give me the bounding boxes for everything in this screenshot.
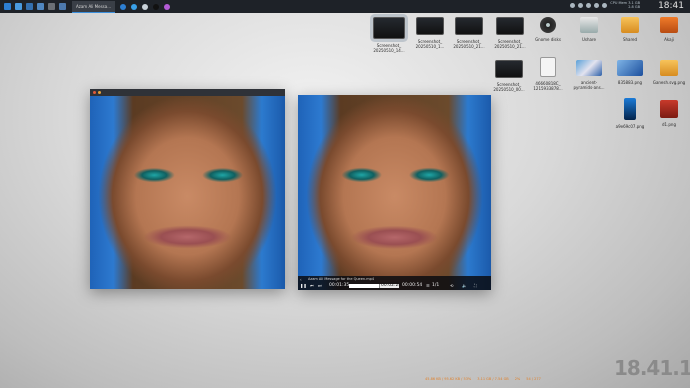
close-icon[interactable] — [93, 91, 96, 94]
desktop-icon-ushare[interactable]: Ushare — [569, 17, 609, 42]
system-stats: 45.86 KB / 95.62 KB / 53% 3.11 GB / 7.54… — [425, 377, 615, 381]
temp-stat: 54 / 277 — [526, 377, 541, 381]
icon-label: d1.png — [662, 122, 676, 127]
icon-label: Ganesh.svg.png — [652, 80, 686, 85]
remaining-time: 00:00:54 — [402, 283, 423, 288]
desktop-icon-screenshot[interactable]: Screenshot_ 20250510_14... — [369, 17, 409, 53]
bluetooth-icon[interactable] — [594, 3, 599, 8]
screenshot-thumb-icon — [495, 60, 523, 78]
window-titlebar[interactable] — [90, 89, 285, 96]
icon-label: Gnome disks — [535, 37, 561, 42]
icon-label: Screenshot_ 20250510_21... — [453, 39, 485, 49]
vpn-icon[interactable] — [131, 3, 138, 10]
prev-icon[interactable]: ⏮ — [310, 283, 314, 288]
image-viewer-window[interactable] — [90, 89, 285, 289]
desktop-clock: 18.41.1820 — [614, 356, 690, 385]
notification-icon[interactable] — [602, 3, 607, 8]
tray-text-bottom: 2.8 GB — [628, 5, 640, 9]
desktop-icon-image[interactable]: a9e69c07.png — [610, 98, 650, 129]
desktop-icon-screenshot[interactable]: Screenshot_ 20250510_21... — [449, 17, 489, 49]
minimize-icon[interactable] — [98, 91, 101, 94]
seek-position: 00:02:24 — [381, 283, 402, 288]
desktop-icon-screenshot[interactable]: Screenshot_ 20250510_1... — [410, 17, 450, 49]
pause-icon[interactable]: ❚❚ — [300, 283, 307, 288]
desktop-icon-image[interactable]: 835883.png — [610, 60, 650, 85]
image-thumb-icon — [576, 60, 602, 76]
video-player-window[interactable]: ‹ Azam Ali Message for the Queen.mp4 ❚❚ … — [298, 95, 491, 290]
app-icon — [660, 17, 678, 33]
elapsed-time: 00:01:35 — [329, 283, 350, 288]
desktop-icon-akaji[interactable]: Akaji — [649, 17, 689, 42]
image-thumb-icon — [624, 98, 636, 120]
screenshot-thumb-icon — [455, 17, 483, 35]
icon-label: Screenshot_ 20250510_00... — [493, 82, 525, 92]
desktop-icon-gnome-disks[interactable]: Gnome disks — [528, 17, 568, 42]
back-icon[interactable]: ‹ — [300, 277, 302, 282]
document-icon — [540, 57, 556, 77]
terminal-tray-icon[interactable] — [153, 3, 160, 10]
desktop-icon-image[interactable]: Ganesh.svg.png — [649, 60, 689, 85]
share-icon — [580, 17, 598, 33]
player-controls: ‹ Azam Ali Message for the Queen.mp4 ❚❚ … — [298, 276, 491, 290]
media-title: Azam Ali Message for the Queen.mp4 — [308, 277, 375, 281]
playlist-icon[interactable]: ☰ — [426, 283, 430, 288]
audio-icon[interactable] — [570, 3, 575, 8]
icon-label: ancient- pyramids-ans... — [573, 80, 605, 90]
wifi-icon[interactable] — [586, 3, 591, 8]
video-frame — [298, 95, 491, 290]
disk-stat: 3.11 GB / 7.54 GB — [477, 377, 509, 381]
battery-icon[interactable] — [578, 3, 583, 8]
network-stat: 45.86 KB / 95.62 KB / 53% — [425, 377, 472, 381]
icon-label: Screenshot_ 20250510_21... — [494, 39, 526, 49]
panel-clock[interactable]: 18:41 — [658, 0, 684, 13]
icon-label: Akaji — [664, 37, 674, 42]
desktop-icon-image[interactable]: d1.png — [649, 100, 689, 127]
desktop-icon-image[interactable]: ancient- pyramids-ans... — [569, 60, 609, 90]
icon-label: a9e69c07.png — [615, 124, 645, 129]
top-panel: Azam Ali Messa... CPU Mem 3.1 GB 2.8 GB … — [0, 0, 690, 13]
image-thumb-icon — [660, 100, 678, 118]
network-icon[interactable] — [37, 3, 44, 10]
clock-hours-minutes: 18.41.18 — [614, 356, 690, 380]
screenshot-thumb-icon — [496, 17, 524, 35]
folder-icon — [621, 17, 639, 33]
app-launcher-icon[interactable] — [4, 3, 11, 10]
fullscreen-icon[interactable]: ⛶ — [474, 283, 477, 288]
window-icon[interactable] — [142, 3, 149, 10]
system-monitor-text: CPU Mem 3.1 GB 2.8 GB — [610, 1, 640, 9]
volume-icon[interactable]: 🔈 — [462, 283, 467, 288]
loop-icon[interactable]: ⟲ — [450, 283, 453, 288]
desktop-icon-shared-folder[interactable]: Shared — [610, 17, 650, 42]
image-thumb-icon — [660, 60, 678, 76]
image-thumb-icon — [617, 60, 643, 76]
icon-label: Ushare — [581, 37, 596, 42]
desktop-icon-screenshot[interactable]: Screenshot_ 20250510_21... — [490, 17, 530, 49]
screenshot-thumb-icon — [373, 17, 405, 39]
icon-label: Shared — [622, 37, 638, 42]
settings-icon[interactable] — [59, 3, 66, 10]
camera-icon[interactable] — [26, 3, 33, 10]
icon-label: 46660818C_ 1215933878... — [533, 81, 563, 91]
portrait-image — [90, 96, 285, 289]
desktop-icon-screenshot[interactable]: Screenshot_ 20250510_00... — [489, 60, 529, 92]
next-icon[interactable]: ⏭ — [318, 283, 322, 288]
seek-fill — [349, 284, 380, 288]
icon-label: 835883.png — [617, 80, 643, 85]
cpu-stat: 2% — [514, 377, 521, 381]
browser-icon[interactable] — [120, 3, 127, 10]
terminal-icon[interactable] — [48, 3, 55, 10]
icon-label: Screenshot_ 20250510_1... — [415, 39, 445, 49]
playlist-count: 1/1 — [432, 283, 440, 288]
screenshot-thumb-icon — [416, 17, 444, 35]
desktop-icon-document[interactable]: 46660818C_ 1215933878... — [528, 57, 568, 91]
media-icon[interactable] — [164, 3, 171, 10]
file-manager-icon[interactable] — [15, 3, 22, 10]
disc-icon — [540, 17, 556, 33]
taskbar-entry[interactable]: Azam Ali Messa... — [72, 0, 116, 13]
icon-label: Screenshot_ 20250510_14... — [373, 43, 405, 53]
